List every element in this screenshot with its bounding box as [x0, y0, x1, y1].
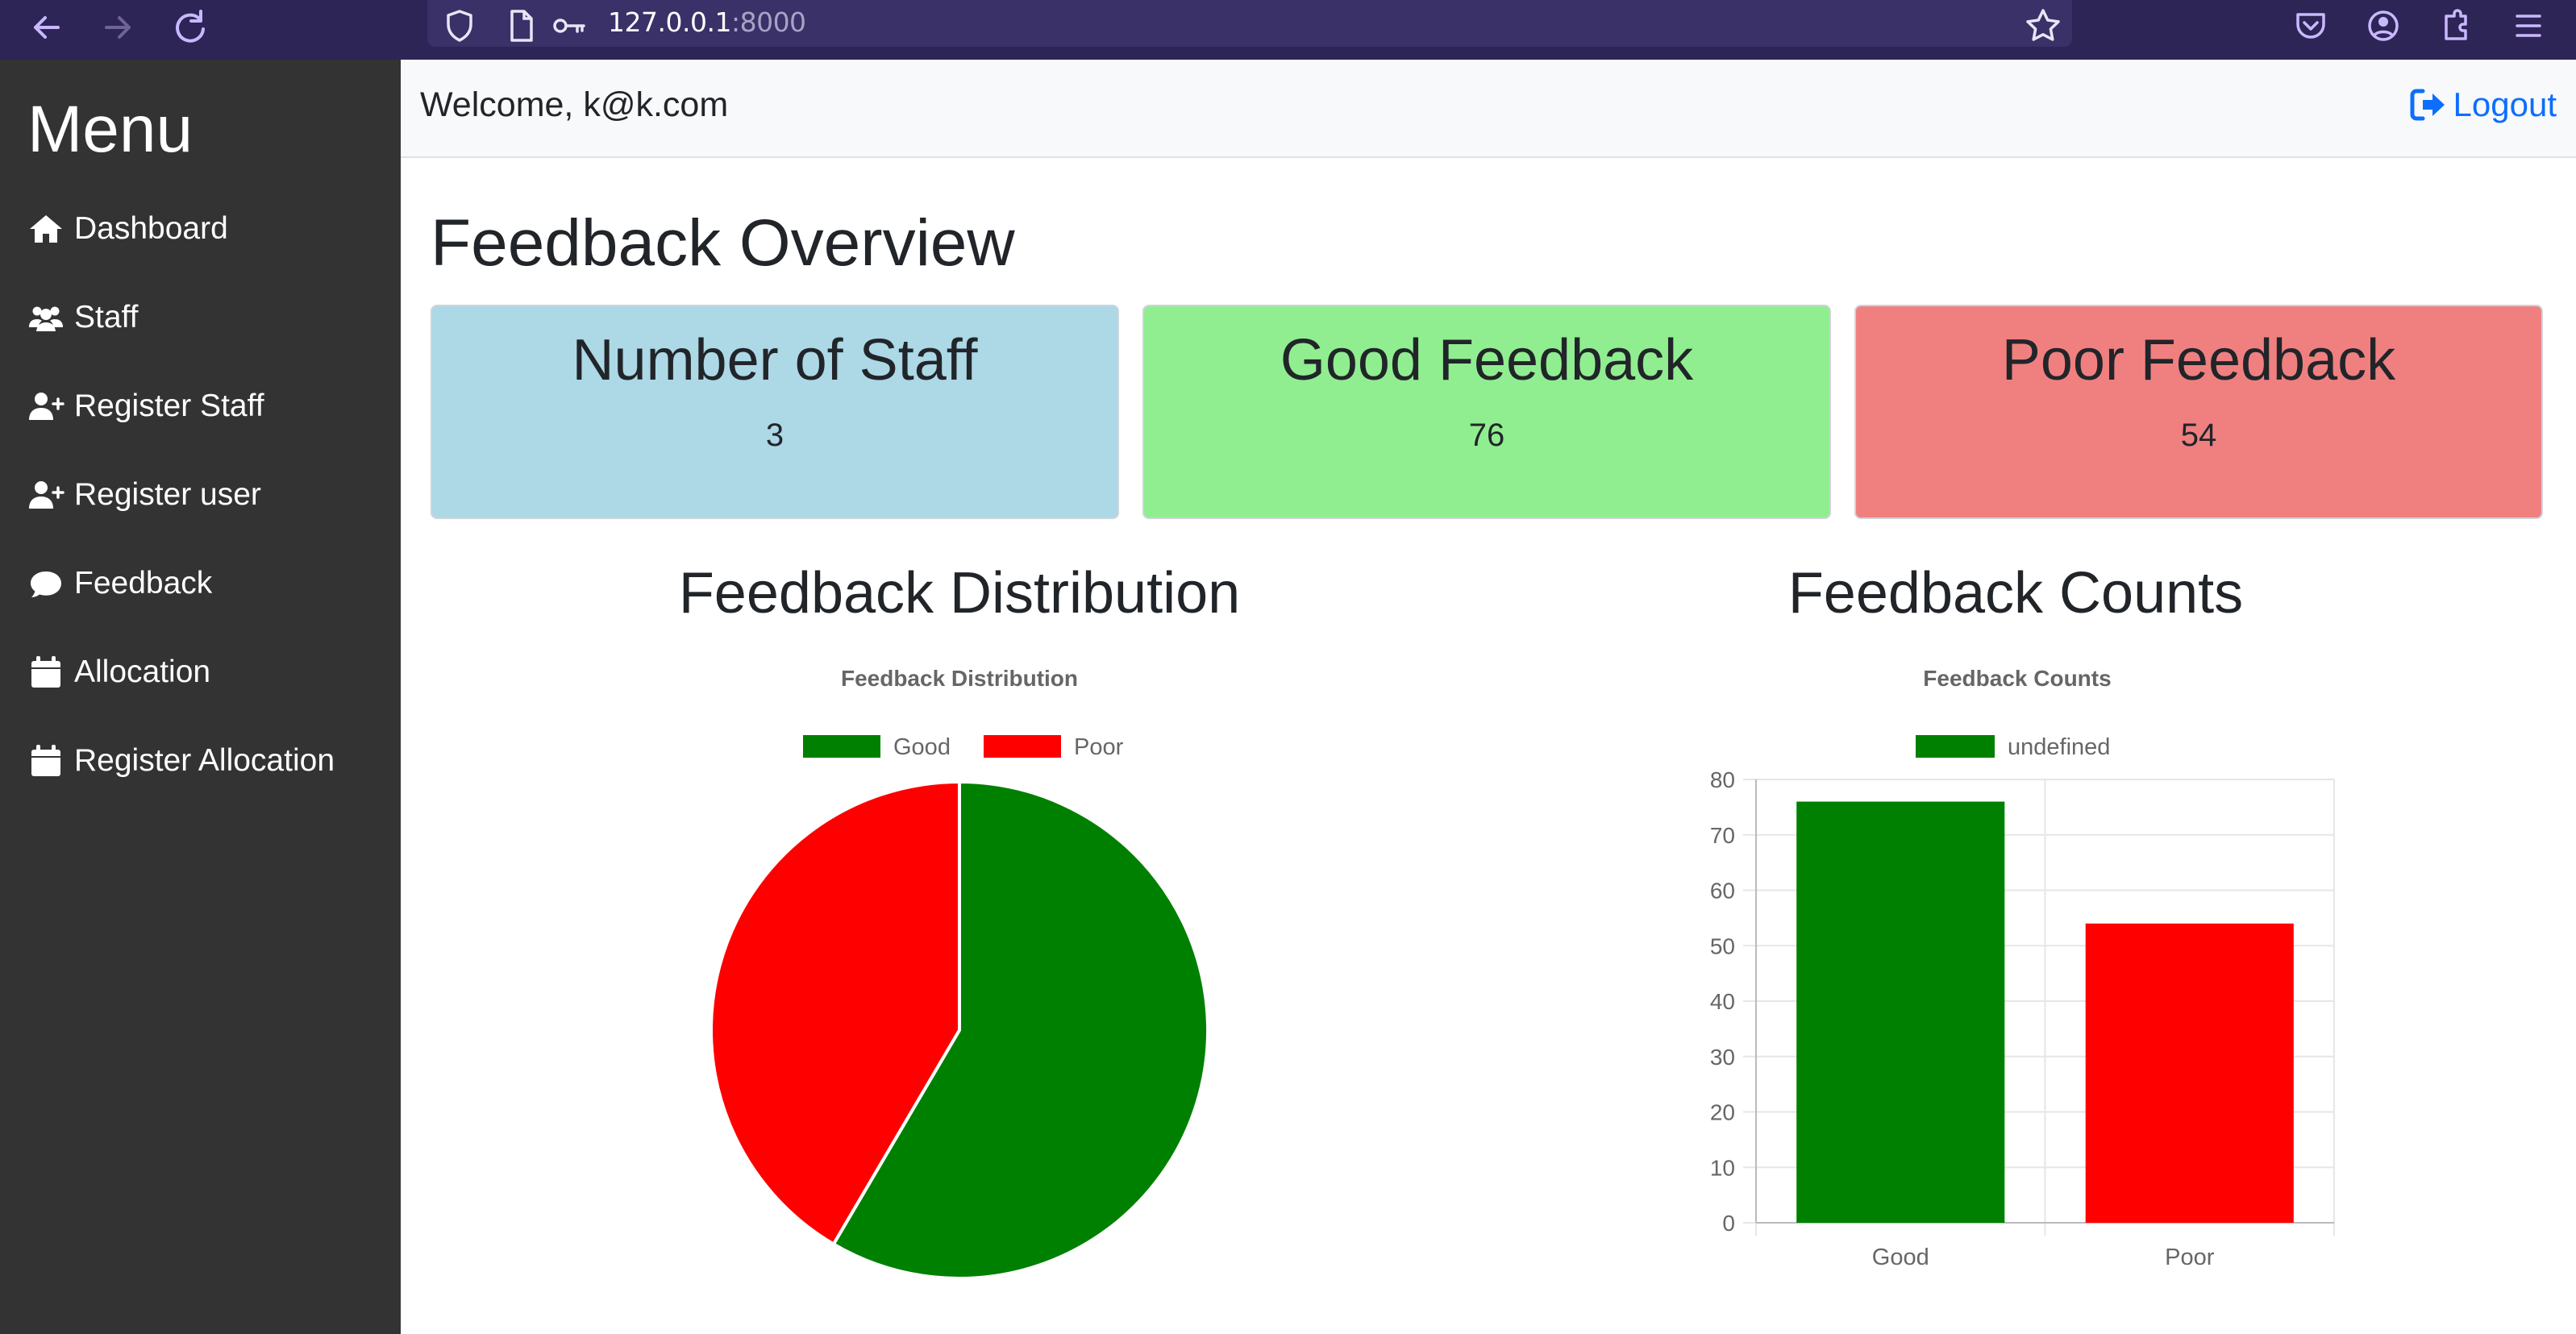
legend-swatch: [1916, 735, 1995, 758]
legend-label: Poor: [1074, 734, 1124, 760]
bar: [1796, 801, 2005, 1223]
x-tick-label: Good: [1872, 1245, 1929, 1270]
charts-canvas: Feedback Distribution Good Poor Feedback Co…: [710, 666, 2335, 1280]
legend-label: undefined: [2008, 734, 2110, 760]
y-tick-label: 0: [1722, 1211, 1735, 1236]
y-tick-label: 10: [1710, 1155, 1735, 1180]
bar: [2085, 923, 2294, 1223]
legend-label: Good: [893, 734, 951, 760]
y-tick-label: 80: [1710, 767, 1735, 792]
legend-swatch: [984, 735, 1061, 758]
y-tick-label: 70: [1710, 823, 1735, 848]
y-tick-label: 20: [1710, 1100, 1735, 1125]
legend-swatch: [803, 735, 880, 758]
y-tick-label: 30: [1710, 1045, 1735, 1070]
x-tick-label: Poor: [2165, 1245, 2215, 1270]
bar-chart-title: Feedback Counts: [1923, 666, 2111, 691]
pie-chart-title: Feedback Distribution: [841, 666, 1078, 691]
y-tick-label: 40: [1710, 989, 1735, 1014]
y-tick-label: 60: [1710, 879, 1735, 904]
y-tick-label: 50: [1710, 933, 1735, 958]
